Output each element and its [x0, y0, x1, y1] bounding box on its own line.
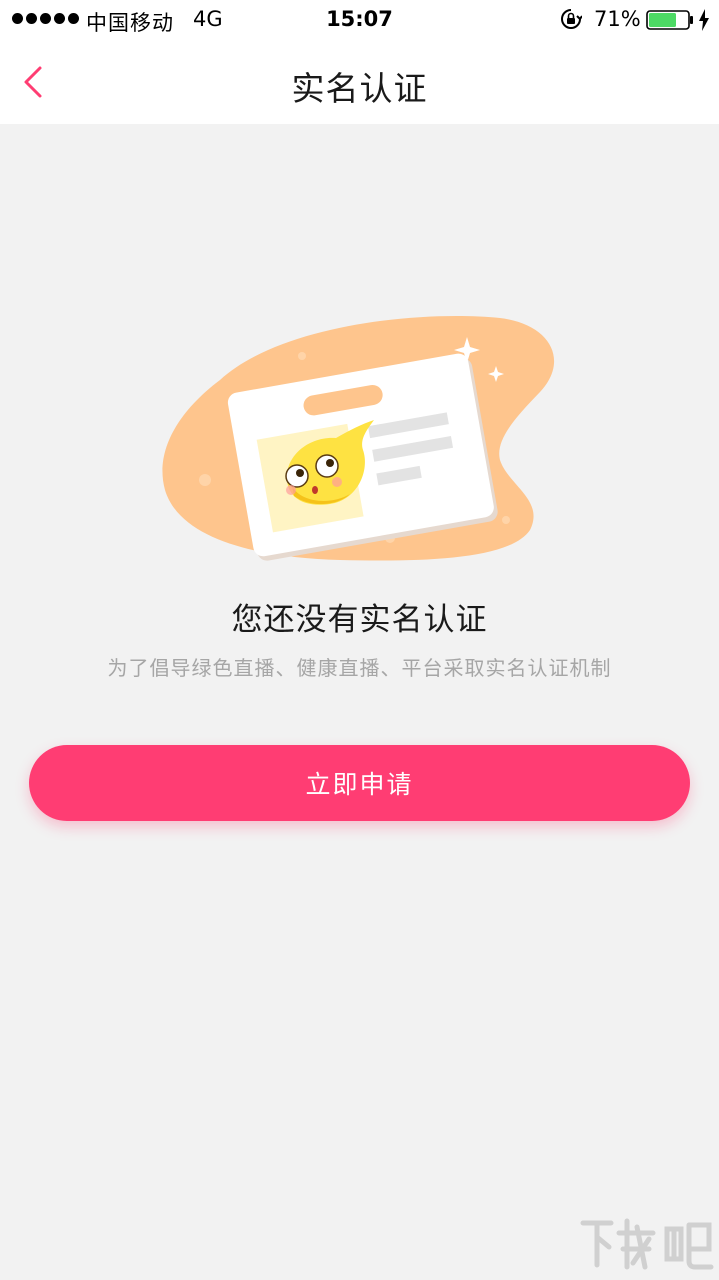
navigation-bar: 实名认证	[0, 40, 719, 124]
status-bar: 中国移动 4G 15:07 71%	[0, 0, 719, 40]
watermark-logo	[580, 1218, 714, 1270]
apply-now-button[interactable]: 立即申请	[29, 745, 690, 821]
id-card-illustration	[162, 315, 555, 561]
page-title: 实名认证	[291, 69, 428, 108]
rotation-lock-icon	[561, 9, 582, 29]
empty-state-title: 您还没有实名认证	[231, 602, 488, 638]
empty-state-description: 为了倡导绿色直播、健康直播、平台采取实名认证机制	[107, 656, 612, 680]
battery-percentage: 71%	[594, 7, 641, 31]
charging-bolt-icon	[699, 9, 709, 31]
battery-icon	[646, 10, 693, 30]
